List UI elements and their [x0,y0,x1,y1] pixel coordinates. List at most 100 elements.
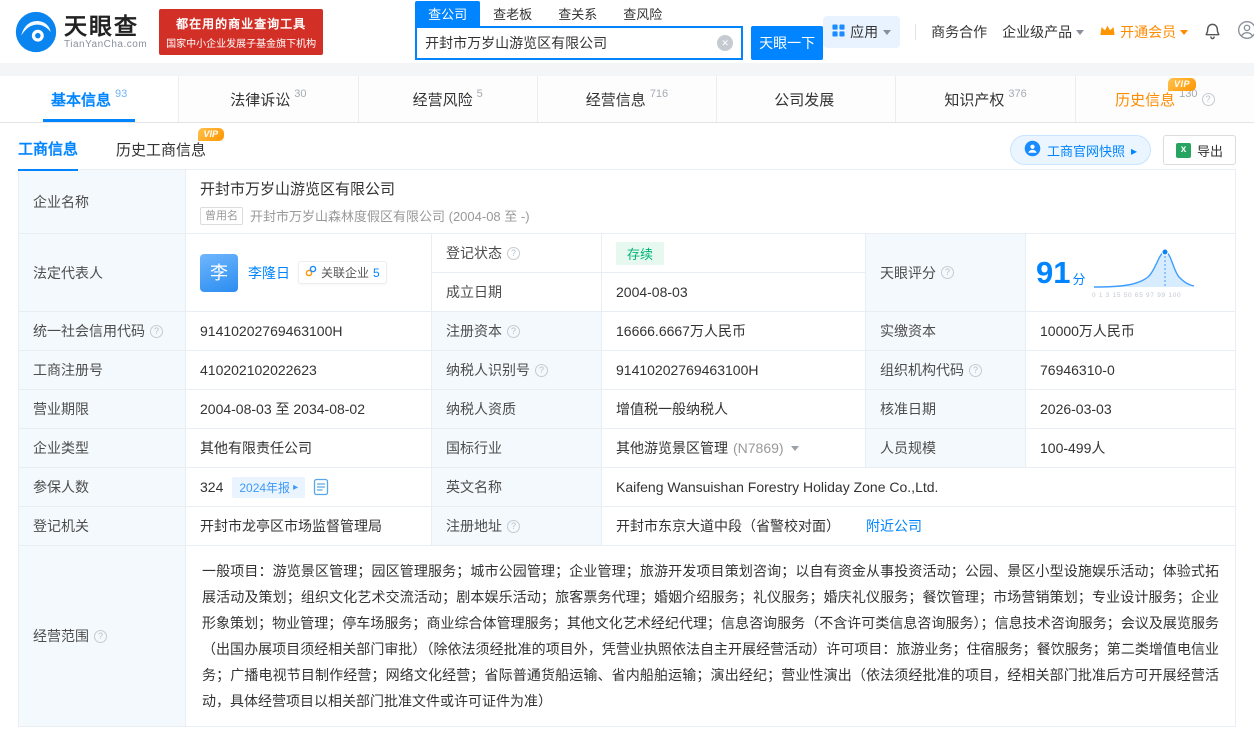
row-business-term: 营业期限 2004-08-03 至 2034-08-02 纳税人资质 增值税一般… [19,390,1235,429]
label-company-type: 企业类型 [19,429,186,468]
search-box [415,26,743,60]
english-name-value: Kaifeng Wansuishan Forestry Holiday Zone… [602,468,1235,507]
score-unit: 分 [1072,269,1085,288]
info-icon[interactable] [941,266,954,279]
org-code-value: 76946310-0 [1026,351,1235,390]
score-cell[interactable]: 91 分 0 1 3 15 50 65 97 99 100 [1026,234,1235,312]
info-icon[interactable] [150,325,163,338]
label-legal-rep: 法定代表人 [19,234,186,312]
row-credit-code: 统一社会信用代码 91410202769463100H 注册资本 16666.6… [19,312,1235,351]
section-actions: 工商官网快照 导出 [1010,135,1236,173]
search-tab-boss[interactable]: 查老板 [480,1,545,26]
info-icon[interactable] [535,364,548,377]
row-business-scope: 经营范围 一般项目：游览景区管理；园区管理服务；城市公园管理；企业管理；旅游开发… [19,546,1235,726]
user-account[interactable]: 186*... [1237,20,1254,43]
label-business-scope: 经营范围 [19,546,186,726]
legal-rep-name-link[interactable]: 李隆日 [248,263,290,283]
app-menu[interactable]: 应用 [823,16,900,48]
top-header: 天眼查 TianYanCha.com 都在用的商业查询工具 国家中小企业发展子基… [0,0,1254,63]
annual-report-badge[interactable]: 2024年报 [232,477,305,498]
search-tab-risk[interactable]: 查风险 [610,1,675,26]
nav-open-vip[interactable]: 开通会员 [1099,22,1188,42]
promo-banner: 都在用的商业查询工具 国家中小企业发展子基金旗下机构 [159,9,323,55]
status-date-block: 登记状态 存续 成立日期 2004-08-03 [432,234,866,312]
tianyancha-company-page: 天眼查 TianYanCha.com 都在用的商业查询工具 国家中小企业发展子基… [0,0,1254,727]
status-badge: 存续 [616,242,664,265]
header-nav: 应用 商务合作 企业级产品 开通会员 [823,16,1254,48]
official-snapshot-button[interactable]: 工商官网快照 [1010,135,1151,165]
reg-authority-value: 开封市龙亭区市场监督管理局 [186,507,432,546]
snapshot-label: 工商官网快照 [1047,141,1125,160]
tab-legal-litigation[interactable]: 法律诉讼 30 [179,76,358,122]
search-tab-relation[interactable]: 查关系 [545,1,610,26]
industry-value: 其他游览景区管理 (N7869) [602,429,866,468]
brand-domain: TianYanCha.com [64,39,147,50]
export-button[interactable]: 导出 [1163,135,1236,165]
info-icon[interactable] [507,325,520,338]
info-icon[interactable] [1202,93,1215,106]
info-icon[interactable] [507,247,520,260]
subtab-business-info[interactable]: 工商信息 [18,138,78,171]
search-button[interactable]: 天眼一下 [751,26,823,60]
score-value: 91 [1036,257,1070,288]
related-companies-badge[interactable]: 关联企业 5 [298,261,387,284]
row-reg-number: 工商注册号 410202102022623 纳税人识别号 91410202769… [19,351,1235,390]
arrow-right-icon [1131,143,1137,158]
paid-capital-value: 10000万人民币 [1026,312,1235,351]
caret-down-icon [1076,30,1084,39]
nav-enterprise-products[interactable]: 企业级产品 [1002,22,1084,42]
tab-history-info[interactable]: 历史信息 130 VIP [1076,76,1254,122]
chevron-down-icon[interactable] [791,446,799,455]
promo-line2: 国家中小企业发展子基金旗下机构 [166,35,316,50]
crown-icon [1099,23,1116,40]
label-industry: 国标行业 [432,429,602,468]
tab-operation-info[interactable]: 经营信息 716 [538,76,717,122]
search-tab-company[interactable]: 查公司 [415,1,480,26]
approval-date-value: 2026-03-03 [1026,390,1235,429]
company-name-value: 开封市万岁山游览区有限公司 [200,178,395,199]
person-circle-icon [1024,140,1041,160]
business-info-table: 企业名称 开封市万岁山游览区有限公司 曾用名 开封市万岁山森林度假区有限公司 (… [18,169,1236,727]
reg-number-value: 410202102022623 [186,351,432,390]
tab-basic-info[interactable]: 基本信息 93 [0,76,179,122]
row-insured-count: 参保人数 324 2024年报 英文名称 Kaifeng Wansuishan … [19,468,1235,507]
reg-capital-value: 16666.6667万人民币 [602,312,866,351]
header-divider-band [0,63,1254,76]
nav-business-cooperation[interactable]: 商务合作 [931,22,987,42]
caret-down-icon [1180,30,1188,39]
excel-icon [1176,143,1191,158]
related-companies-icon [305,265,317,280]
reg-status-cell: 存续 [602,234,866,273]
label-reg-status: 登记状态 [432,234,602,273]
score-chart: 0 1 3 15 50 65 97 99 100 [1092,244,1216,301]
taxpayer-quality-value: 增值税一般纳税人 [602,390,866,429]
social-insurance-report-icon[interactable] [312,478,330,496]
tianyancha-logo-icon [14,10,58,54]
clear-icon[interactable] [717,35,733,51]
legal-rep-avatar[interactable]: 李 [200,254,238,292]
tab-operation-risk[interactable]: 经营风险 5 [359,76,538,122]
address-value: 开封市东京大道中段（省警校对面） [616,516,840,536]
label-insured-count: 参保人数 [19,468,186,507]
nav-vip-label: 开通会员 [1120,22,1176,42]
app-grid-icon [832,24,845,40]
nearby-companies-link[interactable]: 附近公司 [866,516,922,536]
info-icon[interactable] [507,520,520,533]
info-icon[interactable] [969,364,982,377]
tab-company-development[interactable]: 公司发展 [717,76,896,122]
label-reg-number: 工商注册号 [19,351,186,390]
insured-count-value: 324 [200,479,223,495]
subtab-history-business-info[interactable]: 历史工商信息 VIP [116,139,206,170]
info-icon[interactable] [94,630,107,643]
search-input[interactable] [417,35,717,51]
vip-badge: VIP [1168,78,1196,91]
business-scope-value: 一般项目：游览景区管理；园区管理服务；城市公园管理；企业管理；旅游开发项目策划咨… [186,546,1235,726]
business-term-value: 2004-08-03 至 2034-08-02 [186,390,432,429]
tianyancha-logo[interactable]: 天眼查 TianYanCha.com [14,10,147,54]
export-label: 导出 [1197,141,1223,160]
former-name-value: 开封市万岁山森林度假区有限公司 (2004-08 至 -) [250,206,530,225]
score-axis-ticks: 0 1 3 15 50 65 97 99 100 [1092,291,1181,298]
tab-intellectual-property[interactable]: 知识产权 376 [896,76,1075,122]
bell-icon[interactable] [1203,22,1222,41]
label-approval-date: 核准日期 [866,390,1026,429]
